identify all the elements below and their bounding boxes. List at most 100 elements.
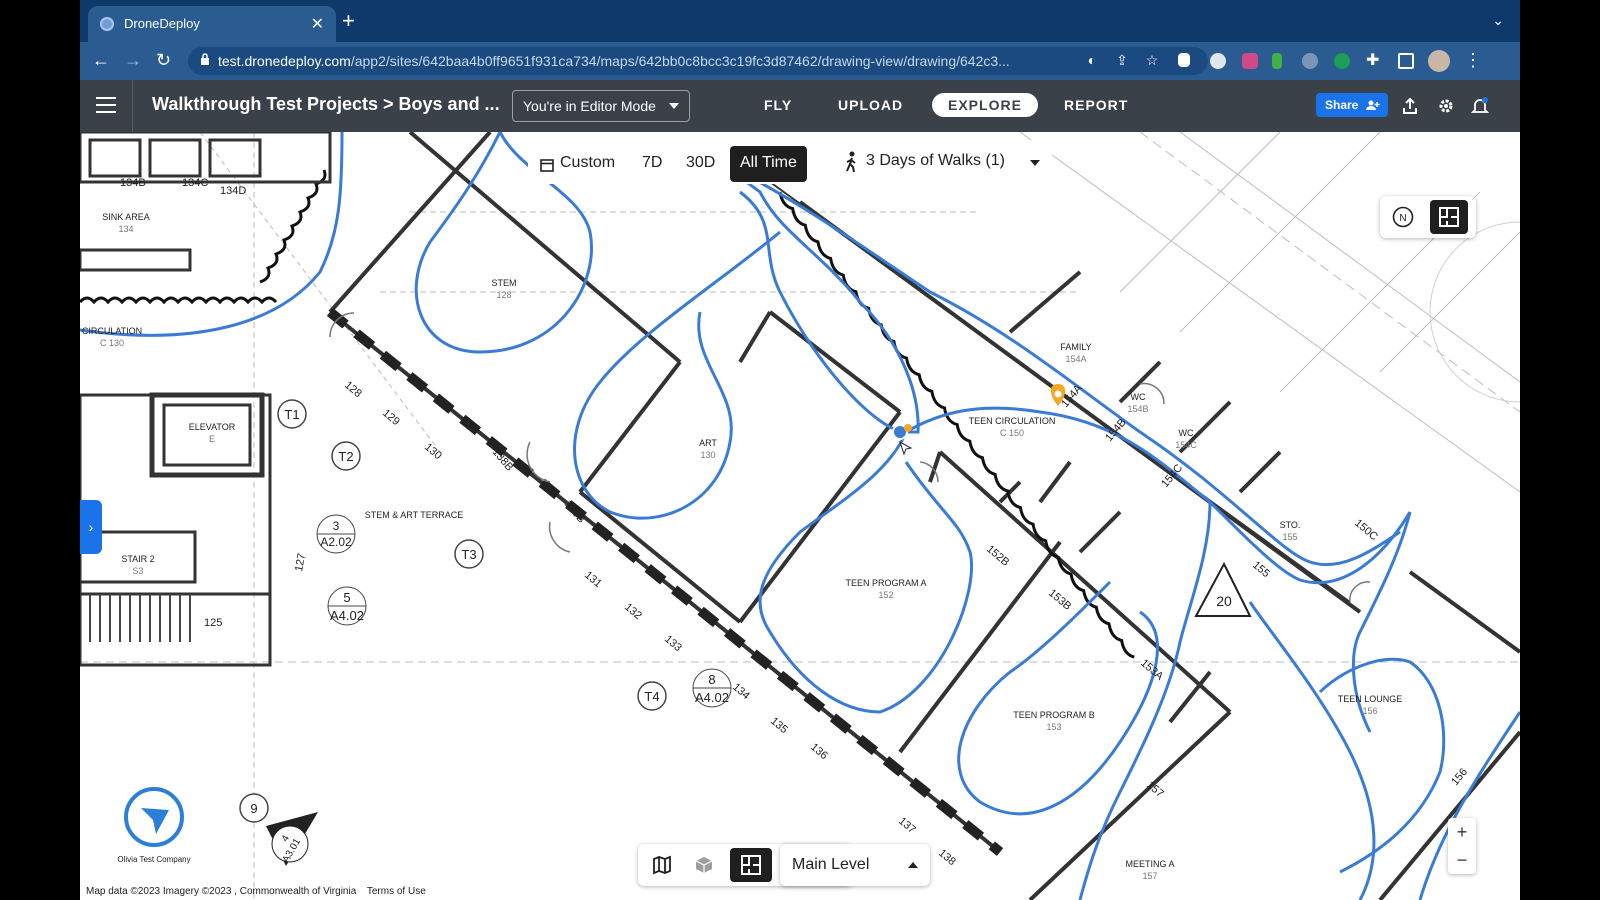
nav-upload[interactable]: UPLOAD bbox=[838, 97, 903, 113]
stair-treads bbox=[89, 594, 191, 642]
mouse-cursor-icon bbox=[899, 440, 913, 456]
nav-report[interactable]: REPORT bbox=[1064, 97, 1128, 113]
company-logo-icon bbox=[124, 787, 184, 847]
room-label-wc-c: WC bbox=[1179, 428, 1194, 438]
side-panel-toggle[interactable]: › bbox=[80, 500, 102, 554]
map-view-button[interactable] bbox=[644, 848, 680, 882]
map-data-credit: Map data ©2023 Imagery ©2023 , Commonwea… bbox=[86, 886, 357, 897]
extensions-puzzle-icon[interactable]: ✚ bbox=[1366, 50, 1379, 70]
map-attribution: Map data ©2023 Imagery ©2023 , Commonwea… bbox=[86, 886, 434, 897]
svg-text:138B: 138B bbox=[490, 446, 516, 473]
share-label: Share bbox=[1325, 98, 1359, 112]
zoom-out-button[interactable]: − bbox=[1448, 846, 1476, 874]
svg-text:156: 156 bbox=[1449, 766, 1470, 788]
address-bar[interactable]: test.dronedeploy.com/app2/sites/642baa4b… bbox=[188, 47, 1208, 75]
room-label-meeting-a: MEETING A bbox=[1125, 859, 1174, 869]
svg-text:134: 134 bbox=[118, 224, 133, 234]
room-label-teen-program-b: TEEN PROGRAM B bbox=[1013, 710, 1095, 720]
browser-toolbar: ← → ↻ test.dronedeploy.com/app2/sites/64… bbox=[80, 42, 1520, 80]
share-button[interactable]: Share bbox=[1316, 93, 1388, 117]
settings-gear-icon[interactable] bbox=[1436, 96, 1456, 116]
project-breadcrumb[interactable]: Walkthrough Test Projects > Boys and ... bbox=[152, 94, 500, 115]
header-divider bbox=[132, 80, 133, 132]
extension-shield-icon[interactable] bbox=[1178, 53, 1190, 67]
back-icon[interactable]: ← bbox=[92, 50, 110, 71]
door-swings bbox=[329, 312, 1371, 603]
svg-text:157: 157 bbox=[1142, 871, 1157, 881]
editor-mode-label: You're in Editor Mode bbox=[523, 98, 656, 114]
svg-text:E: E bbox=[209, 434, 215, 444]
bookmark-star-icon[interactable]: ☆ bbox=[1144, 52, 1160, 68]
app-header: Walkthrough Test Projects > Boys and ...… bbox=[80, 80, 1520, 132]
extension-globe-icon[interactable] bbox=[1210, 53, 1226, 69]
time-filter-30d[interactable]: 30D bbox=[676, 146, 725, 182]
share-page-icon[interactable]: ⇪ bbox=[1114, 52, 1130, 68]
level-selector[interactable]: Main Level bbox=[780, 844, 930, 886]
profile-avatar[interactable] bbox=[1428, 50, 1450, 72]
svg-text:130: 130 bbox=[422, 441, 444, 462]
side-panel-icon[interactable] bbox=[1398, 53, 1414, 69]
svg-text:A2.02: A2.02 bbox=[320, 535, 352, 549]
svg-text:N: N bbox=[1399, 213, 1406, 224]
floor-plan-view-button[interactable] bbox=[730, 848, 772, 882]
time-filter-all-time[interactable]: All Time bbox=[730, 146, 807, 182]
zoom-in-button[interactable]: + bbox=[1448, 818, 1476, 846]
notifications-bell-icon[interactable] bbox=[1470, 96, 1490, 116]
marker-t1: T1 bbox=[284, 407, 299, 422]
tab-search-chevron-icon[interactable]: ⌄ bbox=[1492, 12, 1504, 29]
reload-icon[interactable]: ↻ bbox=[156, 50, 171, 71]
export-icon[interactable] bbox=[1400, 96, 1420, 116]
floor-plan-drawing[interactable]: SINK AREA 134 STEM 128 ART 130 ELEVATOR … bbox=[80, 132, 1520, 900]
tracking-icon[interactable]: ◐ bbox=[1084, 52, 1100, 68]
browser-menu-icon[interactable]: ⋮ bbox=[1464, 50, 1482, 71]
svg-text:150C: 150C bbox=[1352, 517, 1380, 543]
svg-text:A4.02: A4.02 bbox=[330, 608, 364, 623]
floor-plan-map[interactable]: SINK AREA 134 STEM 128 ART 130 ELEVATOR … bbox=[80, 132, 1520, 900]
room-label-teen-circulation: TEEN CIRCULATION bbox=[969, 416, 1056, 426]
walking-person-icon bbox=[846, 151, 856, 173]
time-filter-7d[interactable]: 7D bbox=[632, 146, 672, 182]
room-label-family: FAMILY bbox=[1060, 342, 1091, 352]
nav-explore[interactable]: EXPLORE bbox=[932, 93, 1038, 117]
svg-text:129: 129 bbox=[380, 407, 402, 428]
svg-text:C 130: C 130 bbox=[100, 338, 124, 348]
floorplan-icon bbox=[1439, 207, 1459, 227]
marker-revision-20: 20 bbox=[1216, 593, 1232, 609]
room-label-teen-lounge: TEEN LOUNGE bbox=[1338, 694, 1403, 704]
walks-dropdown[interactable]: 3 Days of Walks (1) bbox=[832, 140, 1052, 184]
browser-tab[interactable]: DroneDeploy ✕ bbox=[88, 6, 336, 42]
menu-icon[interactable] bbox=[96, 97, 116, 113]
forward-icon[interactable]: → bbox=[124, 50, 142, 71]
time-filter-custom[interactable]: Custom bbox=[550, 146, 625, 182]
svg-text:134C: 134C bbox=[182, 177, 208, 189]
3d-view-button[interactable] bbox=[686, 848, 722, 882]
nav-fly[interactable]: FLY bbox=[764, 97, 792, 113]
svg-text:154C: 154C bbox=[1175, 440, 1197, 450]
company-logo: Olivia Test Company bbox=[114, 786, 194, 864]
svg-text:128: 128 bbox=[342, 379, 364, 400]
room-label-terrace: STEM & ART TERRACE bbox=[365, 510, 464, 520]
svg-text:136: 136 bbox=[808, 741, 830, 762]
svg-text:132: 132 bbox=[622, 601, 644, 622]
extension-cloud-icon[interactable] bbox=[1302, 53, 1318, 69]
terms-of-use-link[interactable]: Terms of Use bbox=[367, 886, 426, 897]
url-path: /app2/sites/642baa4b0ff9651f931ca734/map… bbox=[350, 53, 1010, 69]
svg-text:155: 155 bbox=[1282, 532, 1297, 542]
floor-plan-toggle[interactable] bbox=[1430, 200, 1468, 234]
svg-text:155: 155 bbox=[1250, 559, 1272, 580]
compass-north-icon[interactable]: N bbox=[1392, 206, 1414, 228]
extension-pocket-icon[interactable] bbox=[1242, 53, 1258, 69]
extension-green-icon[interactable] bbox=[1334, 53, 1350, 69]
new-tab-icon[interactable]: + bbox=[342, 8, 355, 34]
app-window: DroneDeploy ✕ + ⌄ ← → ↻ test.dronedeploy… bbox=[80, 0, 1520, 900]
extension-leaf-icon[interactable] bbox=[1272, 53, 1282, 69]
svg-text:131: 131 bbox=[582, 569, 604, 590]
level-value: Main Level bbox=[792, 856, 870, 873]
svg-text:156: 156 bbox=[1362, 706, 1377, 716]
tab-title: DroneDeploy bbox=[124, 16, 200, 31]
editor-mode-dropdown[interactable]: You're in Editor Mode bbox=[512, 90, 690, 122]
svg-text:135: 135 bbox=[768, 715, 790, 736]
svg-text:153: 153 bbox=[1046, 722, 1061, 732]
close-tab-icon[interactable]: ✕ bbox=[311, 14, 324, 34]
company-name: Olivia Test Company bbox=[117, 855, 191, 864]
